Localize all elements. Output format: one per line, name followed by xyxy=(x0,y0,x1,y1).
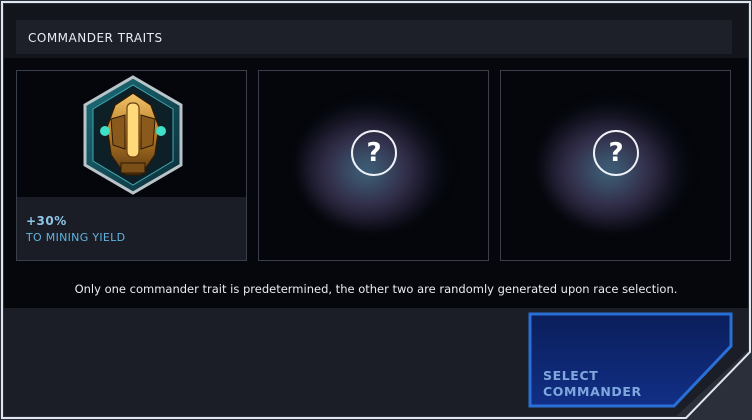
select-commander-button[interactable]: SELECT COMMANDER xyxy=(528,312,733,408)
mining-emblem-icon xyxy=(83,75,183,195)
trait-cards-area: +30% TO MINING YIELD ? ? Only one comman… xyxy=(4,58,748,308)
trait-card-footer: +30% TO MINING YIELD xyxy=(17,197,246,260)
page-title: COMMANDER TRAITS xyxy=(28,31,163,45)
trait-card-unknown[interactable]: ? xyxy=(258,70,489,261)
trait-card-mining[interactable]: +30% TO MINING YIELD xyxy=(16,70,247,261)
question-mark-icon: ? xyxy=(593,130,639,176)
trait-info-text: Only one commander trait is predetermine… xyxy=(74,282,678,296)
trait-value: +30% xyxy=(26,214,67,228)
trait-description: TO MINING YIELD xyxy=(26,231,126,244)
question-mark-icon: ? xyxy=(351,130,397,176)
trait-card-unknown[interactable]: ? xyxy=(500,70,731,261)
commander-traits-window: COMMANDER TRAITS +30% TO MINING YIELD ? … xyxy=(0,0,752,420)
select-commander-label: SELECT COMMANDER xyxy=(543,368,642,399)
header-bar: COMMANDER TRAITS xyxy=(16,20,732,54)
